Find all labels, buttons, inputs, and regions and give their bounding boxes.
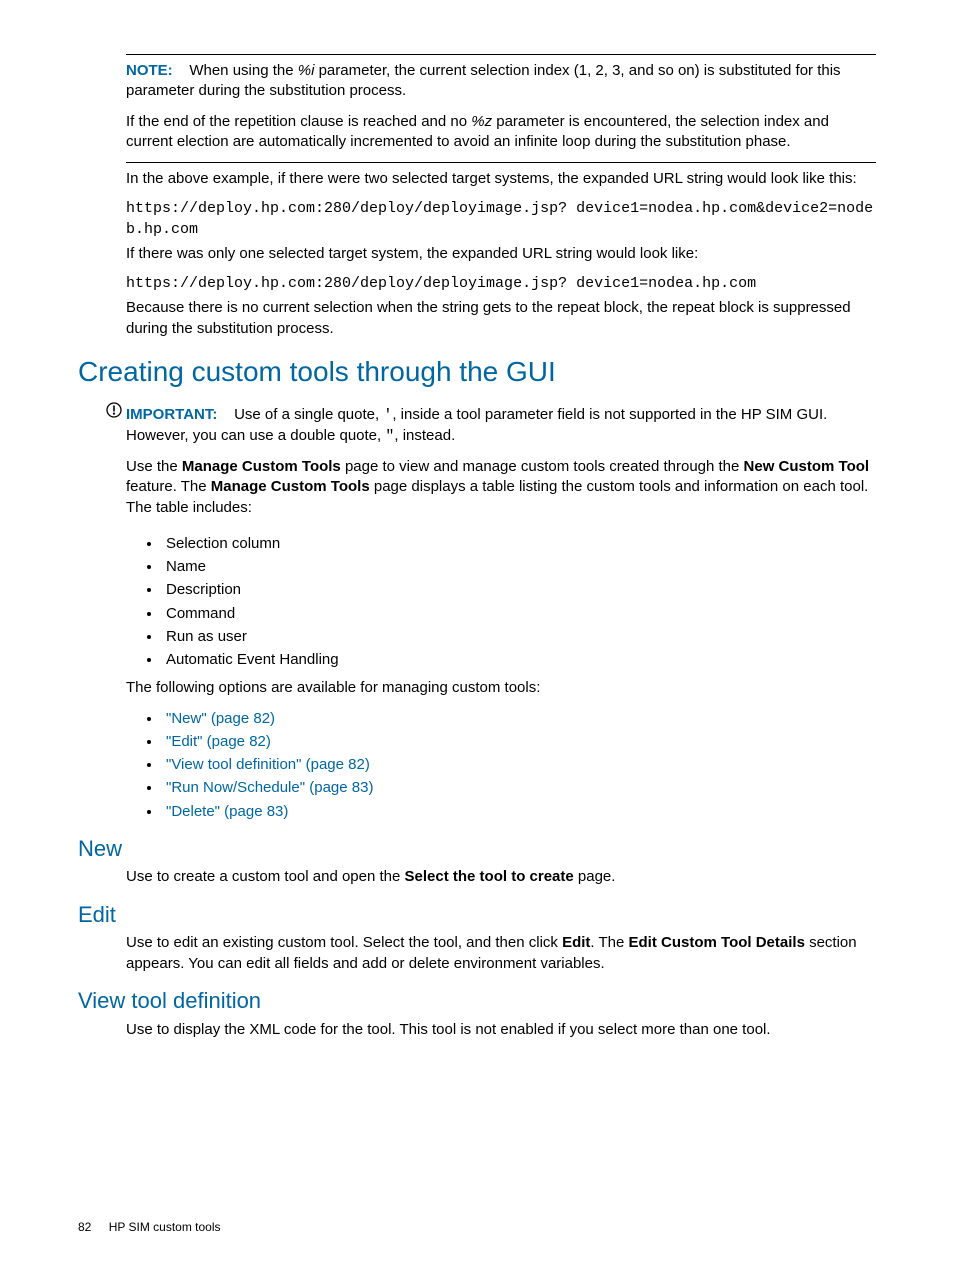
- important-icon: [78, 401, 126, 424]
- note-p1-pre: When using the: [189, 62, 297, 79]
- edit-b2: Edit Custom Tool Details: [629, 934, 805, 951]
- view-body: Use to display the XML code for the tool…: [126, 1020, 876, 1040]
- list-item: Command: [162, 604, 876, 624]
- list-item: Selection column: [162, 534, 876, 554]
- page: NOTE: When using the %i parameter, the c…: [0, 0, 954, 1271]
- url-example-2: https://deploy.hp.com:280/deploy/deployi…: [126, 274, 876, 294]
- percent-z: %z: [471, 113, 492, 130]
- note-paragraph-2: If the end of the repetition clause is r…: [126, 112, 876, 153]
- list-item: "Delete" (page 83): [162, 802, 876, 822]
- list-item: Automatic Event Handling: [162, 650, 876, 670]
- list-item: "Edit" (page 82): [162, 732, 876, 752]
- new-body: Use to create a custom tool and open the…: [126, 867, 876, 887]
- new-b1: Select the tool to create: [405, 868, 574, 885]
- xref-view-tool-definition[interactable]: "View tool definition" (page 82): [166, 756, 370, 773]
- important-text: IMPORTANT: Use of a single quote, ', ins…: [126, 405, 876, 448]
- new-t2: page.: [574, 868, 616, 885]
- xref-delete[interactable]: "Delete" (page 83): [166, 803, 288, 820]
- double-quote: ": [385, 428, 394, 445]
- m-b1: Manage Custom Tools: [182, 458, 341, 475]
- page-number: 82: [78, 1220, 91, 1234]
- rule-after-note: [126, 162, 876, 163]
- heading-creating-custom-tools: Creating custom tools through the GUI: [78, 353, 876, 391]
- imp-t2: , inside a tool parameter field is not s…: [126, 406, 827, 444]
- heading-view-tool-definition: View tool definition: [78, 986, 876, 1016]
- example-block: In the above example, if there were two …: [126, 169, 876, 339]
- example-intro: In the above example, if there were two …: [126, 169, 876, 189]
- m-t1: Use the: [126, 458, 182, 475]
- page-footer: 82 HP SIM custom tools: [78, 1219, 221, 1235]
- suppress-text: Because there is no current selection wh…: [126, 298, 876, 339]
- list-item: Description: [162, 580, 876, 600]
- heading-new: New: [78, 834, 876, 864]
- manage-paragraph: Use the Manage Custom Tools page to view…: [126, 457, 876, 518]
- m-t2: page to view and manage custom tools cre…: [341, 458, 744, 475]
- xref-list: "New" (page 82) "Edit" (page 82) "View t…: [126, 709, 876, 822]
- note-p2-pre: If the end of the repetition clause is r…: [126, 113, 471, 130]
- note-label: NOTE:: [126, 62, 173, 79]
- one-target-text: If there was only one selected target sy…: [126, 244, 876, 264]
- url-example-1: https://deploy.hp.com:280/deploy/deployi…: [126, 199, 876, 240]
- imp-t1: Use of a single quote,: [234, 406, 383, 423]
- options-intro: The following options are available for …: [126, 678, 876, 698]
- note-paragraph-1: NOTE: When using the %i parameter, the c…: [126, 61, 876, 102]
- rule-top: [126, 54, 876, 55]
- xref-new[interactable]: "New" (page 82): [166, 710, 275, 727]
- important-block: IMPORTANT: Use of a single quote, ', ins…: [78, 401, 876, 528]
- single-quote: ': [383, 407, 392, 424]
- list-item: "Run Now/Schedule" (page 83): [162, 778, 876, 798]
- note-block: NOTE: When using the %i parameter, the c…: [126, 61, 876, 152]
- edit-body: Use to edit an existing custom tool. Sel…: [126, 933, 876, 974]
- table-columns-list: Selection column Name Description Comman…: [126, 534, 876, 671]
- edit-t2: . The: [590, 934, 628, 951]
- edit-b1: Edit: [562, 934, 590, 951]
- important-label: IMPORTANT:: [126, 406, 217, 423]
- xref-edit[interactable]: "Edit" (page 82): [166, 733, 271, 750]
- list-item: "View tool definition" (page 82): [162, 755, 876, 775]
- m-b3: Manage Custom Tools: [211, 478, 370, 495]
- list-item: Run as user: [162, 627, 876, 647]
- heading-edit: Edit: [78, 900, 876, 930]
- list-item: Name: [162, 557, 876, 577]
- percent-i: %i: [298, 62, 315, 79]
- new-t1: Use to create a custom tool and open the: [126, 868, 405, 885]
- list-item: "New" (page 82): [162, 709, 876, 729]
- edit-t1: Use to edit an existing custom tool. Sel…: [126, 934, 562, 951]
- xref-run-now-schedule[interactable]: "Run Now/Schedule" (page 83): [166, 779, 373, 796]
- footer-title: HP SIM custom tools: [109, 1220, 221, 1234]
- imp-t3: , instead.: [394, 427, 455, 444]
- m-t3: feature. The: [126, 478, 211, 495]
- m-b2: New Custom Tool: [744, 458, 870, 475]
